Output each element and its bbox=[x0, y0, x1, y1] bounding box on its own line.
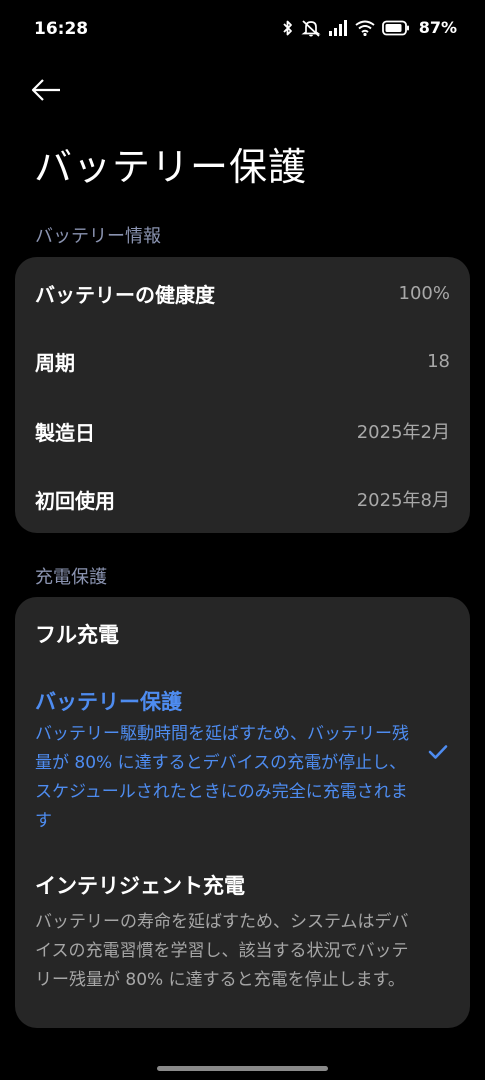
info-value: 18 bbox=[427, 350, 450, 372]
info-label: 初回使用 bbox=[35, 488, 115, 513]
info-label: 製造日 bbox=[35, 420, 95, 445]
mute-icon bbox=[301, 19, 321, 37]
battery-icon bbox=[381, 20, 410, 36]
info-row-cycles: 周期 18 bbox=[35, 343, 450, 379]
section-label-battery-info: バッテリー情報 bbox=[35, 226, 161, 247]
info-value: 2025年2月 bbox=[356, 422, 450, 443]
signal-icon bbox=[328, 19, 348, 36]
back-button[interactable] bbox=[30, 75, 70, 109]
info-label: バッテリーの健康度 bbox=[35, 282, 215, 307]
arrow-left-icon bbox=[30, 78, 62, 106]
option-full-charge[interactable]: フル充電 bbox=[35, 619, 410, 649]
info-value: 100% bbox=[398, 282, 450, 304]
section-label-charge-protection: 充電保護 bbox=[35, 567, 107, 588]
battery-info-card: バッテリーの健康度 100% 周期 18 製造日 2025年2月 初回使用 20… bbox=[15, 257, 470, 533]
wifi-icon bbox=[355, 20, 375, 36]
charge-protection-card: フル充電 バッテリー保護 バッテリー駆動時間を延ばすため、バッテリー残量が 80… bbox=[15, 597, 470, 1028]
info-label: 周期 bbox=[35, 350, 75, 375]
status-icons: 87% bbox=[282, 18, 457, 37]
option-title: フル充電 bbox=[35, 623, 119, 647]
option-intelligent-charging[interactable]: インテリジェント充電 バッテリーの寿命を延ばすため、システムはデバイスの充電習慣… bbox=[35, 870, 410, 995]
info-row-health: バッテリーの健康度 100% bbox=[35, 275, 450, 311]
info-value: 2025年8月 bbox=[356, 490, 450, 511]
bluetooth-icon bbox=[282, 19, 294, 37]
battery-percent: 87% bbox=[418, 18, 457, 37]
page-title: バッテリー保護 bbox=[34, 145, 308, 189]
option-description: バッテリーの寿命を延ばすため、システムはデバイスの充電習慣を学習し、該当する状況… bbox=[35, 912, 409, 990]
option-battery-protection[interactable]: バッテリー保護 バッテリー駆動時間を延ばすため、バッテリー残量が 80% に達す… bbox=[35, 686, 410, 836]
status-time: 16:28 bbox=[34, 19, 89, 39]
option-title: インテリジェント充電 bbox=[35, 874, 245, 898]
info-row-first-use: 初回使用 2025年8月 bbox=[35, 481, 450, 517]
home-indicator[interactable] bbox=[157, 1066, 328, 1071]
option-title: バッテリー保護 bbox=[35, 690, 182, 714]
option-description: バッテリー駆動時間を延ばすため、バッテリー残量が 80% に達するとデバイスの充… bbox=[35, 724, 409, 831]
status-bar: 16:28 87% bbox=[0, 0, 485, 60]
checkmark-icon bbox=[428, 744, 448, 764]
info-row-manufacture-date: 製造日 2025年2月 bbox=[35, 413, 450, 449]
